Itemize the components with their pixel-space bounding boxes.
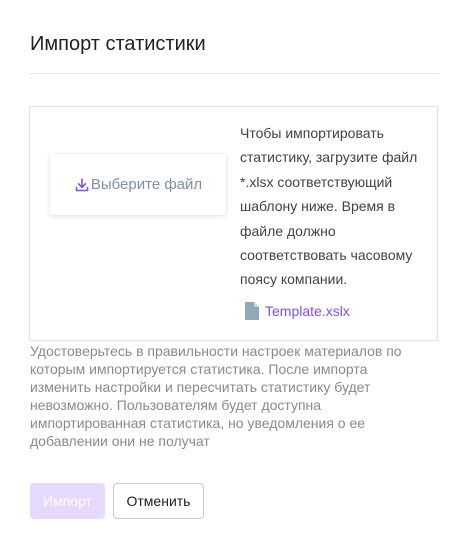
title-divider (30, 73, 439, 74)
cancel-button[interactable]: Отменить (113, 483, 204, 519)
choose-file-button[interactable]: Выберите файл (50, 154, 226, 215)
import-button[interactable]: Импорт (30, 483, 105, 519)
template-link-label: Template.xslx (265, 303, 350, 319)
template-download-link[interactable]: Template.xslx (245, 302, 350, 320)
import-warning-text: Удостоверьтесь в правильности настроек м… (30, 343, 402, 449)
download-icon (74, 177, 90, 193)
upload-instructions: Чтобы импортировать статистику, загрузит… (240, 125, 418, 288)
choose-file-label: Выберите файл (90, 176, 203, 193)
dialog-title: Импорт статистики (30, 33, 206, 55)
file-icon (245, 302, 259, 320)
upload-area: Выберите файл Чтобы импортировать статис… (29, 106, 438, 341)
